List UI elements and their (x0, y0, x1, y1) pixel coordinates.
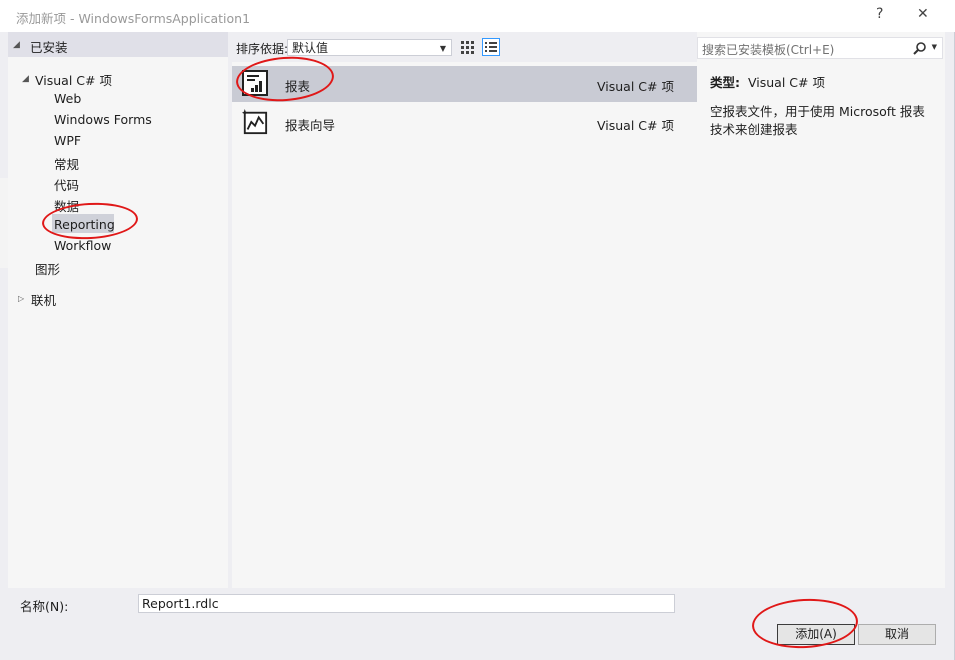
list-view-icon (485, 42, 497, 52)
tree-node-workflow[interactable]: Workflow (54, 238, 111, 253)
sort-label: 排序依据: (236, 42, 289, 56)
small-icons-view-button[interactable] (458, 38, 476, 56)
report-wizard-icon (242, 109, 268, 135)
search-icon[interactable] (913, 42, 926, 55)
type-line: 类型: Visual C# 项 (710, 72, 825, 91)
details-pane: 搜索已安装模板(Ctrl+E) ▼ 类型: Visual C# 项 空报表文件，… (697, 32, 945, 588)
sort-value: 默认值 (292, 41, 329, 55)
sort-dropdown[interactable]: 默认值 ▼ (287, 39, 452, 56)
tree-node-graphics[interactable]: 图形 (35, 259, 60, 278)
tree-node-windows-forms[interactable]: Windows Forms (54, 112, 152, 127)
template-type: Visual C# 项 (597, 79, 674, 94)
template-item-report-wizard[interactable]: 报表向导 Visual C# 项 (232, 105, 697, 141)
tree-node-wpf[interactable]: WPF (54, 133, 81, 148)
name-label: 名称(N): (20, 599, 69, 614)
type-value: Visual C# 项 (747, 75, 825, 90)
tree-node-code[interactable]: 代码 (54, 175, 79, 194)
close-button[interactable]: ✕ (917, 6, 929, 22)
grid-view-icon (461, 41, 474, 54)
help-button[interactable]: ? (876, 6, 883, 22)
search-input[interactable]: 搜索已安装模板(Ctrl+E) ▼ (697, 37, 943, 59)
window-title: 添加新项 - WindowsFormsApplication1 (16, 11, 251, 26)
template-list-pane: 排序依据: 默认值 ▼ 报表 Visual C# 项 报表向导 Visual C… (232, 32, 697, 588)
template-type: Visual C# 项 (597, 118, 674, 133)
add-new-item-dialog: 添加新项 - WindowsFormsApplication1 ? ✕ ◢ 已安… (0, 0, 955, 660)
cancel-button[interactable]: 取消 (858, 624, 936, 645)
category-tree: ◢ 已安装 ◢ Visual C# 项 Web Windows Forms WP… (8, 32, 228, 588)
type-label: 类型: (710, 75, 740, 90)
background-fragment (0, 178, 8, 268)
title-bar: 添加新项 - WindowsFormsApplication1 ? ✕ (0, 0, 955, 32)
tree-node-installed[interactable]: ◢ 已安装 (8, 32, 228, 57)
expand-triangle-icon[interactable]: ▷ (18, 294, 24, 303)
name-field[interactable]: Report1.rdlc (138, 594, 675, 613)
chevron-down-icon[interactable]: ▼ (932, 43, 937, 51)
template-description: 空报表文件，用于使用 Microsoft 报表技术来创建报表 (710, 104, 925, 137)
tree-node-general[interactable]: 常规 (54, 154, 79, 173)
list-view-button[interactable] (482, 38, 500, 56)
tree-node-visual-csharp[interactable]: Visual C# 项 (35, 70, 112, 89)
collapse-triangle-icon[interactable]: ◢ (22, 74, 29, 84)
tree-node-web[interactable]: Web (54, 91, 81, 106)
collapse-triangle-icon[interactable]: ◢ (13, 40, 20, 50)
tree-node-online[interactable]: 联机 (31, 290, 56, 309)
template-name: 报表向导 (285, 118, 336, 133)
tree-label-installed: 已安装 (30, 40, 68, 55)
chevron-down-icon: ▼ (439, 44, 446, 53)
search-placeholder: 搜索已安装模板(Ctrl+E) (702, 43, 835, 57)
